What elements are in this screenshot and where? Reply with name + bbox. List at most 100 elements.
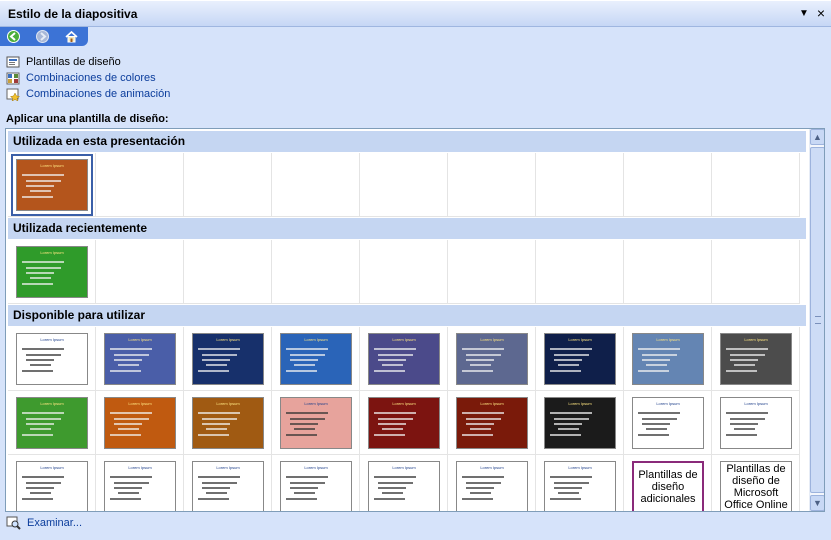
- thumbnail-text-line: [638, 370, 669, 372]
- link-animation-schemes[interactable]: Combinaciones de animación: [6, 86, 170, 102]
- thumbnail-title: Lorem Ipsum: [568, 465, 592, 470]
- thumbnail-text-line: [726, 370, 757, 372]
- template-cell: [448, 240, 536, 304]
- template-cell: [360, 240, 448, 304]
- thumbnail-text-line: [638, 348, 680, 350]
- thumbnail-text-line: [470, 492, 491, 494]
- template-cell[interactable]: Lorem Ipsum: [8, 153, 96, 217]
- thumbnail-text-line: [286, 348, 328, 350]
- template-cell: [360, 153, 448, 217]
- thumbnail-title: Lorem Ipsum: [40, 337, 64, 342]
- thumbnail-title: Lorem Ipsum: [392, 401, 416, 406]
- template-thumbnail: Lorem Ipsum: [16, 397, 88, 449]
- vertical-scrollbar[interactable]: ▲ ▼: [809, 129, 824, 511]
- template-gallery[interactable]: Utilizada en esta presentación Utilizada…: [5, 128, 825, 512]
- template-cell[interactable]: Lorem Ipsum: [448, 327, 536, 391]
- task-pane-header: Estilo de la diapositiva ▼ ×: [0, 0, 831, 27]
- thumbnail-text-line: [286, 476, 328, 478]
- template-cell[interactable]: Lorem Ipsum: [448, 455, 536, 511]
- template-cell[interactable]: Lorem Ipsum: [712, 327, 800, 391]
- template-thumbnail: Lorem Ipsum: [104, 333, 176, 385]
- thumbnail-text-line: [734, 428, 755, 430]
- office-online-templates-thumbnail[interactable]: Plantillas de diseño de Microsoft Office…: [712, 455, 800, 511]
- forward-button[interactable]: [33, 28, 51, 45]
- template-cell[interactable]: Lorem Ipsum: [360, 391, 448, 455]
- template-cell[interactable]: Lorem Ipsum: [536, 327, 624, 391]
- thumbnail-text-line: [558, 364, 579, 366]
- browse-link[interactable]: Examinar...: [6, 516, 82, 530]
- thumbnail-text-line: [294, 492, 315, 494]
- thumbnail-text-line: [26, 359, 54, 361]
- thumbnail-title: Lorem Ipsum: [128, 465, 152, 470]
- scrollbar-thumb[interactable]: [810, 147, 824, 493]
- template-cell[interactable]: Lorem Ipsum: [272, 391, 360, 455]
- thumbnail-text-line: [198, 412, 240, 414]
- template-cell[interactable]: Lorem Ipsum: [536, 391, 624, 455]
- template-cell[interactable]: Lorem Ipsum: [360, 327, 448, 391]
- pane-menu-dropdown-icon[interactable]: ▼: [796, 6, 812, 22]
- template-cell[interactable]: Lorem Ipsum: [360, 455, 448, 511]
- thumbnail-text-line: [294, 428, 315, 430]
- template-cell[interactable]: Lorem Ipsum: [272, 327, 360, 391]
- thumbnail-text-line: [202, 487, 230, 489]
- scroll-down-arrow-icon[interactable]: ▼: [810, 495, 824, 511]
- template-thumbnail: Lorem Ipsum: [456, 333, 528, 385]
- home-button[interactable]: [62, 28, 80, 45]
- close-icon[interactable]: ×: [814, 5, 828, 21]
- thumbnail-text-line: [462, 476, 504, 478]
- thumbnail-title: Lorem Ipsum: [480, 465, 504, 470]
- thumbnail-text-line: [550, 434, 581, 436]
- thumbnail-text-line: [26, 185, 54, 187]
- template-cell[interactable]: Lorem Ipsum: [8, 455, 96, 511]
- template-cell[interactable]: Lorem Ipsum: [96, 391, 184, 455]
- scroll-up-arrow-icon[interactable]: ▲: [810, 129, 824, 145]
- template-cell[interactable]: Lorem Ipsum: [624, 391, 712, 455]
- template-thumbnail: Lorem Ipsum: [16, 461, 88, 511]
- thumbnail-text-line: [466, 423, 494, 425]
- template-cell[interactable]: Lorem Ipsum: [8, 327, 96, 391]
- link-design-templates[interactable]: Plantillas de diseño: [6, 54, 170, 70]
- thumbnail-text-line: [554, 354, 589, 356]
- template-cell[interactable]: Lorem Ipsum: [712, 391, 800, 455]
- thumbnail-text-line: [206, 428, 227, 430]
- special-template-label: Plantillas de diseño adicionales: [632, 461, 704, 511]
- template-cell[interactable]: Lorem Ipsum: [536, 455, 624, 511]
- template-cell[interactable]: Lorem Ipsum: [96, 455, 184, 511]
- task-pane-navigation: [0, 27, 88, 46]
- thumbnail-text-line: [30, 277, 51, 279]
- thumbnail-text-line: [726, 434, 757, 436]
- thumbnail-text-line: [382, 492, 403, 494]
- thumbnail-text-line: [550, 348, 592, 350]
- thumbnail-title: Lorem Ipsum: [392, 465, 416, 470]
- thumbnail-text-line: [286, 498, 317, 500]
- link-color-schemes[interactable]: Combinaciones de colores: [6, 70, 170, 86]
- back-button[interactable]: [4, 28, 22, 45]
- template-cell[interactable]: Lorem Ipsum: [272, 455, 360, 511]
- template-cell[interactable]: Lorem Ipsum: [624, 327, 712, 391]
- thumbnail-title: Lorem Ipsum: [392, 337, 416, 342]
- template-thumbnail: Lorem Ipsum: [456, 397, 528, 449]
- thumbnail-text-line: [118, 428, 139, 430]
- template-cell[interactable]: Lorem Ipsum: [96, 327, 184, 391]
- template-cell[interactable]: Lorem Ipsum: [184, 455, 272, 511]
- template-cell[interactable]: Lorem Ipsum: [8, 240, 96, 304]
- thumbnail-text-line: [558, 428, 579, 430]
- template-thumbnail: Lorem Ipsum: [16, 246, 88, 298]
- task-pane-title: Estilo de la diapositiva: [8, 7, 138, 21]
- template-cell[interactable]: Lorem Ipsum: [8, 391, 96, 455]
- more-templates-thumbnail[interactable]: Plantillas de diseño adicionales: [624, 455, 712, 511]
- thumbnail-text-line: [290, 354, 325, 356]
- template-cell[interactable]: Lorem Ipsum: [184, 391, 272, 455]
- thumbnail-text-line: [202, 482, 237, 484]
- thumbnail-text-line: [470, 428, 491, 430]
- thumbnail-text-line: [110, 476, 152, 478]
- thumbnail-text-line: [466, 359, 494, 361]
- thumbnail-text-line: [206, 364, 227, 366]
- thumbnail-title: Lorem Ipsum: [216, 337, 240, 342]
- thumbnail-text-line: [550, 370, 581, 372]
- thumbnail-title: Lorem Ipsum: [304, 337, 328, 342]
- thumbnail-text-line: [726, 412, 768, 414]
- thumbnail-text-line: [26, 180, 61, 182]
- template-cell[interactable]: Lorem Ipsum: [448, 391, 536, 455]
- template-cell[interactable]: Lorem Ipsum: [184, 327, 272, 391]
